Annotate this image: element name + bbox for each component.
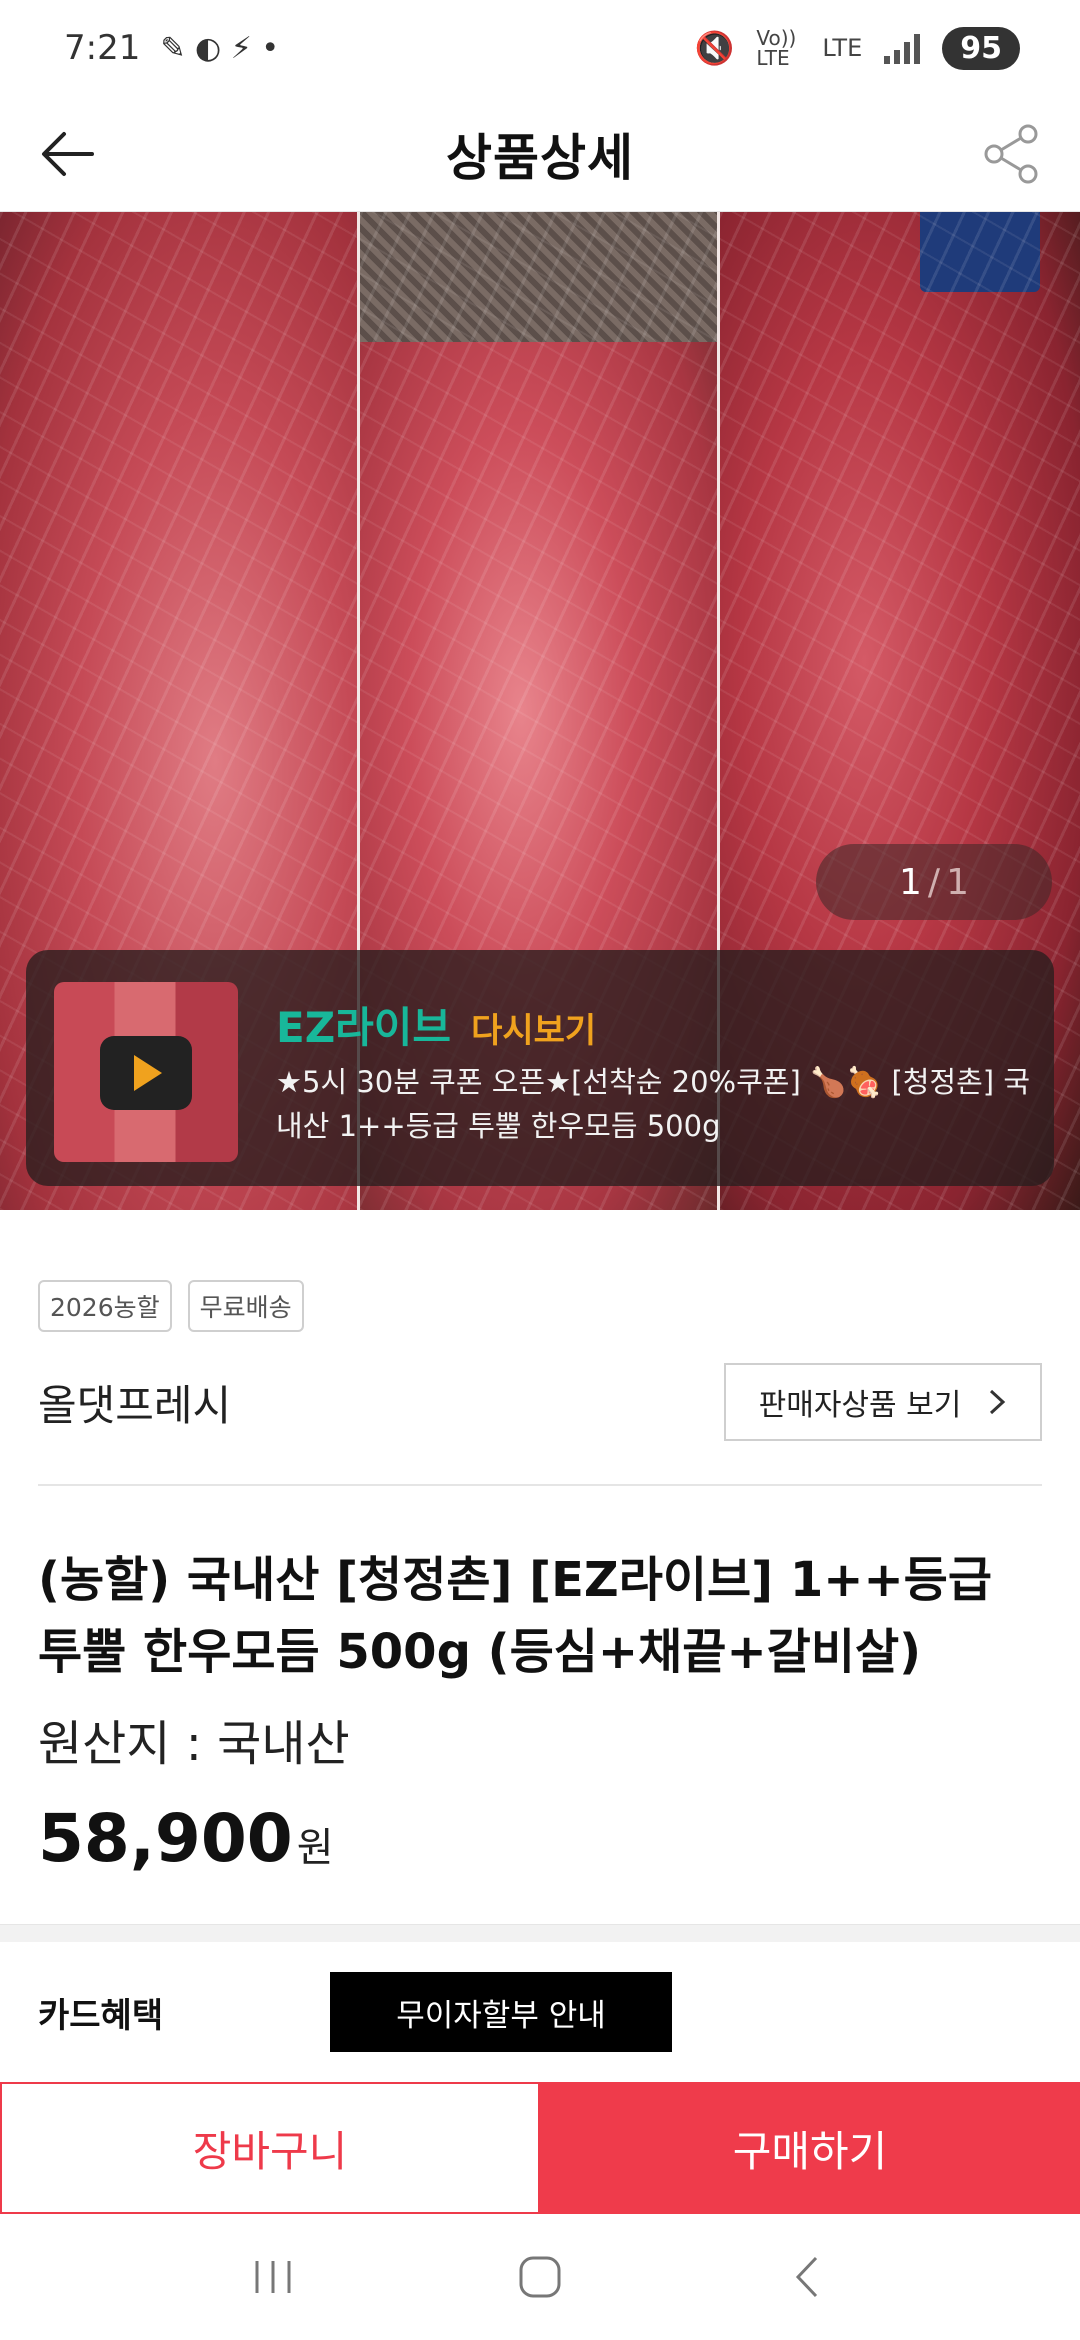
tag-badge: 무료배송	[187, 1280, 304, 1332]
purchase-action-bar: 장바구니 구매하기	[0, 2082, 1080, 2214]
carousel-page-indicator: 1 / 1	[816, 844, 1052, 920]
live-brand: EZ라이브 다시보기	[276, 994, 596, 1055]
lte-label: LTE	[822, 34, 863, 62]
page-current: 1	[899, 861, 922, 903]
product-tags: 2026농할 무료배송	[38, 1280, 304, 1332]
back-nav-icon[interactable]	[762, 2232, 852, 2322]
share-icon[interactable]	[980, 122, 1044, 186]
mute-icon: 🔇	[694, 29, 735, 67]
back-arrow-icon[interactable]	[36, 122, 100, 186]
product-price: 58,900 원	[38, 1800, 334, 1877]
product-title: (농할) 국내산 [청정촌] [EZ라이브] 1++등급 투뿔 한우모듬 500…	[38, 1552, 992, 1680]
installment-info-button[interactable]: 무이자할부 안내	[330, 1972, 672, 2052]
app-header: 상품상세	[0, 96, 1080, 212]
page-total: 1	[946, 861, 969, 903]
product-image-carousel[interactable]: 1 / 1 EZ라이브 다시보기 ★5시 30분 쿠폰 오픈★[선착순 20%쿠…	[0, 212, 1080, 1210]
seller-name[interactable]: 올댓프레시	[38, 1372, 231, 1433]
live-brand-name: EZ라이브	[276, 1003, 452, 1052]
play-icon[interactable]	[100, 1036, 192, 1110]
live-thumbnail[interactable]	[54, 982, 238, 1162]
battery-indicator: 95	[942, 26, 1020, 70]
recent-apps-icon[interactable]	[228, 2232, 318, 2322]
status-time: 7:21	[64, 28, 141, 68]
status-right: 🔇 Vo)) LTE LTE 95	[694, 26, 1020, 70]
section-separator	[0, 1924, 1080, 1942]
volte-label: Vo)) LTE	[756, 26, 797, 70]
tag-badge: 2026농할	[38, 1280, 172, 1332]
ez-live-replay-card[interactable]: EZ라이브 다시보기 ★5시 30분 쿠폰 오픈★[선착순 20%쿠폰] 🍗🍖 …	[26, 950, 1054, 1186]
product-origin: 원산지 : 국내산	[38, 1716, 350, 1772]
card-benefit-label: 카드혜택	[38, 1995, 164, 2036]
price-value: 58,900	[38, 1800, 293, 1877]
status-bar: 7:21 ✎ ◐ ⚡ • 🔇 Vo)) LTE LTE 95	[0, 0, 1080, 96]
divider	[38, 1484, 1042, 1486]
page-separator: /	[927, 861, 941, 903]
seller-row: 올댓프레시 판매자상품 보기	[38, 1362, 1042, 1442]
card-benefit-row: 카드혜택 무이자할부 안내	[38, 1972, 1042, 2052]
view-seller-products-label: 판매자상품 보기	[758, 1388, 962, 1423]
notification-icons: ✎ ◐ ⚡ •	[160, 30, 280, 66]
replay-label[interactable]: 다시보기	[471, 1003, 596, 1052]
buy-now-button[interactable]: 구매하기	[540, 2082, 1080, 2214]
chevron-right-icon	[990, 1389, 1006, 1415]
signal-icon	[884, 32, 921, 64]
view-seller-products-button[interactable]: 판매자상품 보기	[724, 1363, 1042, 1441]
add-to-cart-button[interactable]: 장바구니	[0, 2082, 540, 2214]
system-navigation-bar	[0, 2214, 1080, 2340]
price-unit: 원	[296, 1825, 334, 1871]
home-icon[interactable]	[495, 2232, 585, 2322]
status-left: 7:21 ✎ ◐ ⚡ •	[64, 28, 279, 68]
live-description: ★5시 30분 쿠폰 오픈★[선착순 20%쿠폰] 🍗🍖 [청정촌] 국내산 1…	[276, 1065, 1031, 1143]
page-title: 상품상세	[446, 128, 634, 187]
